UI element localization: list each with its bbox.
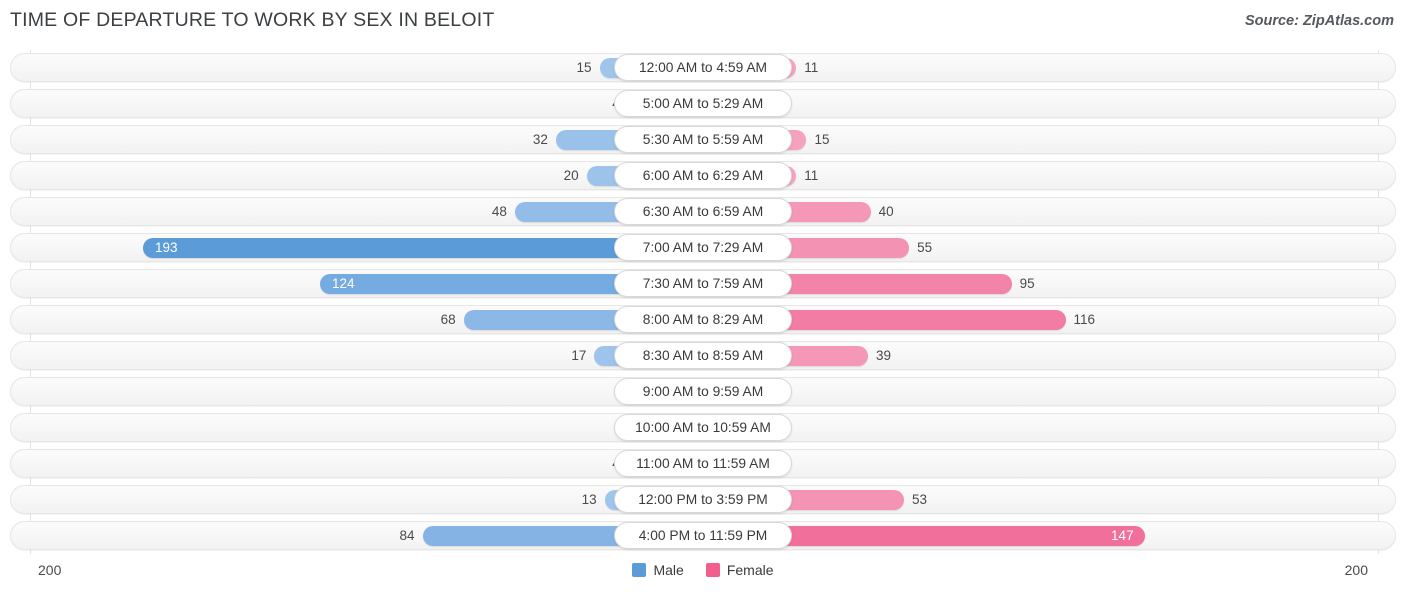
value-label-female: 53	[911, 492, 927, 507]
category-label: 9:00 AM to 9:59 AM	[614, 378, 792, 405]
value-label-female: 55	[917, 240, 933, 255]
value-label-male: 13	[581, 492, 597, 507]
value-label-female: 147	[1111, 528, 1134, 543]
legend-item-male[interactable]: Male	[632, 562, 684, 578]
value-label-female: 15	[814, 132, 830, 147]
chart-row: 4011:00 AM to 11:59 AM	[0, 446, 1406, 482]
chart-row: 405:00 AM to 5:29 AM	[0, 86, 1406, 122]
value-label-female: 116	[1073, 312, 1096, 327]
chart-row: 17 39 8:30 AM to 8:59 AM	[0, 338, 1406, 374]
value-label-male: 124	[331, 276, 355, 291]
chart-row: 68 116 8:00 AM to 8:29 AM	[0, 302, 1406, 338]
category-label: 10:00 AM to 10:59 AM	[614, 414, 792, 441]
chart-row: 13 53 12:00 PM to 3:59 PM	[0, 482, 1406, 518]
value-label-male: 84	[399, 528, 415, 543]
category-label: 12:00 PM to 3:59 PM	[614, 486, 792, 513]
value-label-male: 32	[532, 132, 548, 147]
value-label-male: 193	[154, 240, 178, 255]
chart-footer: 200 200 Male Female	[0, 554, 1406, 594]
value-label-female: 11	[804, 60, 819, 75]
value-label-female: 40	[878, 204, 894, 219]
chart-page: Time of Departure to Work by Sex in Belo…	[0, 0, 1406, 594]
legend-label: Male	[653, 562, 684, 578]
category-label: 8:00 AM to 8:29 AM	[614, 306, 792, 333]
chart-row: 48 40 6:30 AM to 6:59 AM	[0, 194, 1406, 230]
category-label: 5:30 AM to 5:59 AM	[614, 126, 792, 153]
category-label: 6:00 AM to 6:29 AM	[614, 162, 792, 189]
category-label: 12:00 AM to 4:59 AM	[614, 54, 792, 81]
category-label: 5:00 AM to 5:29 AM	[614, 90, 792, 117]
chart-row: 84 147 4:00 PM to 11:59 PM	[0, 518, 1406, 554]
value-label-male: 68	[440, 312, 456, 327]
chart-row: 124 95 7:30 AM to 7:59 AM	[0, 266, 1406, 302]
category-label: 6:30 AM to 6:59 AM	[614, 198, 792, 225]
legend-item-female[interactable]: Female	[705, 562, 774, 578]
category-label: 8:30 AM to 8:59 AM	[614, 342, 792, 369]
value-label-male: 48	[491, 204, 507, 219]
chart-row: 32 15 5:30 AM to 5:59 AM	[0, 122, 1406, 158]
chart-row: 209:00 AM to 9:59 AM	[0, 374, 1406, 410]
legend-swatch-icon	[705, 563, 720, 577]
value-label-female: 11	[804, 168, 819, 183]
category-label: 4:00 PM to 11:59 PM	[614, 522, 792, 549]
chart-row: 193 55 7:00 AM to 7:29 AM	[0, 230, 1406, 266]
value-label-female: 39	[876, 348, 892, 363]
chart-row: 0010:00 AM to 10:59 AM	[0, 410, 1406, 446]
legend-label: Female	[726, 562, 774, 578]
value-label-male: 20	[563, 168, 579, 183]
legend-swatch-icon	[632, 563, 647, 577]
category-label: 7:00 AM to 7:29 AM	[614, 234, 792, 261]
category-label: 11:00 AM to 11:59 AM	[614, 450, 792, 477]
page-title: Time of Departure to Work by Sex in Belo…	[10, 9, 495, 31]
chart-row: 15 11 12:00 AM to 4:59 AM	[0, 50, 1406, 86]
value-label-male: 15	[576, 60, 592, 75]
value-label-male: 17	[571, 348, 587, 363]
chart-row: 20 11 6:00 AM to 6:29 AM	[0, 158, 1406, 194]
category-label: 7:30 AM to 7:59 AM	[614, 270, 792, 297]
value-label-female: 95	[1019, 276, 1035, 291]
diverging-bar-chart: 151112:00 AM to 4:59 AM405:00 AM to 5:29…	[0, 50, 1406, 554]
source-attribution: Source: ZipAtlas.com	[1244, 13, 1394, 29]
chart-legend: Male Female	[0, 562, 1406, 578]
chart-header: Time of Departure to Work by Sex in Belo…	[0, 0, 1406, 40]
